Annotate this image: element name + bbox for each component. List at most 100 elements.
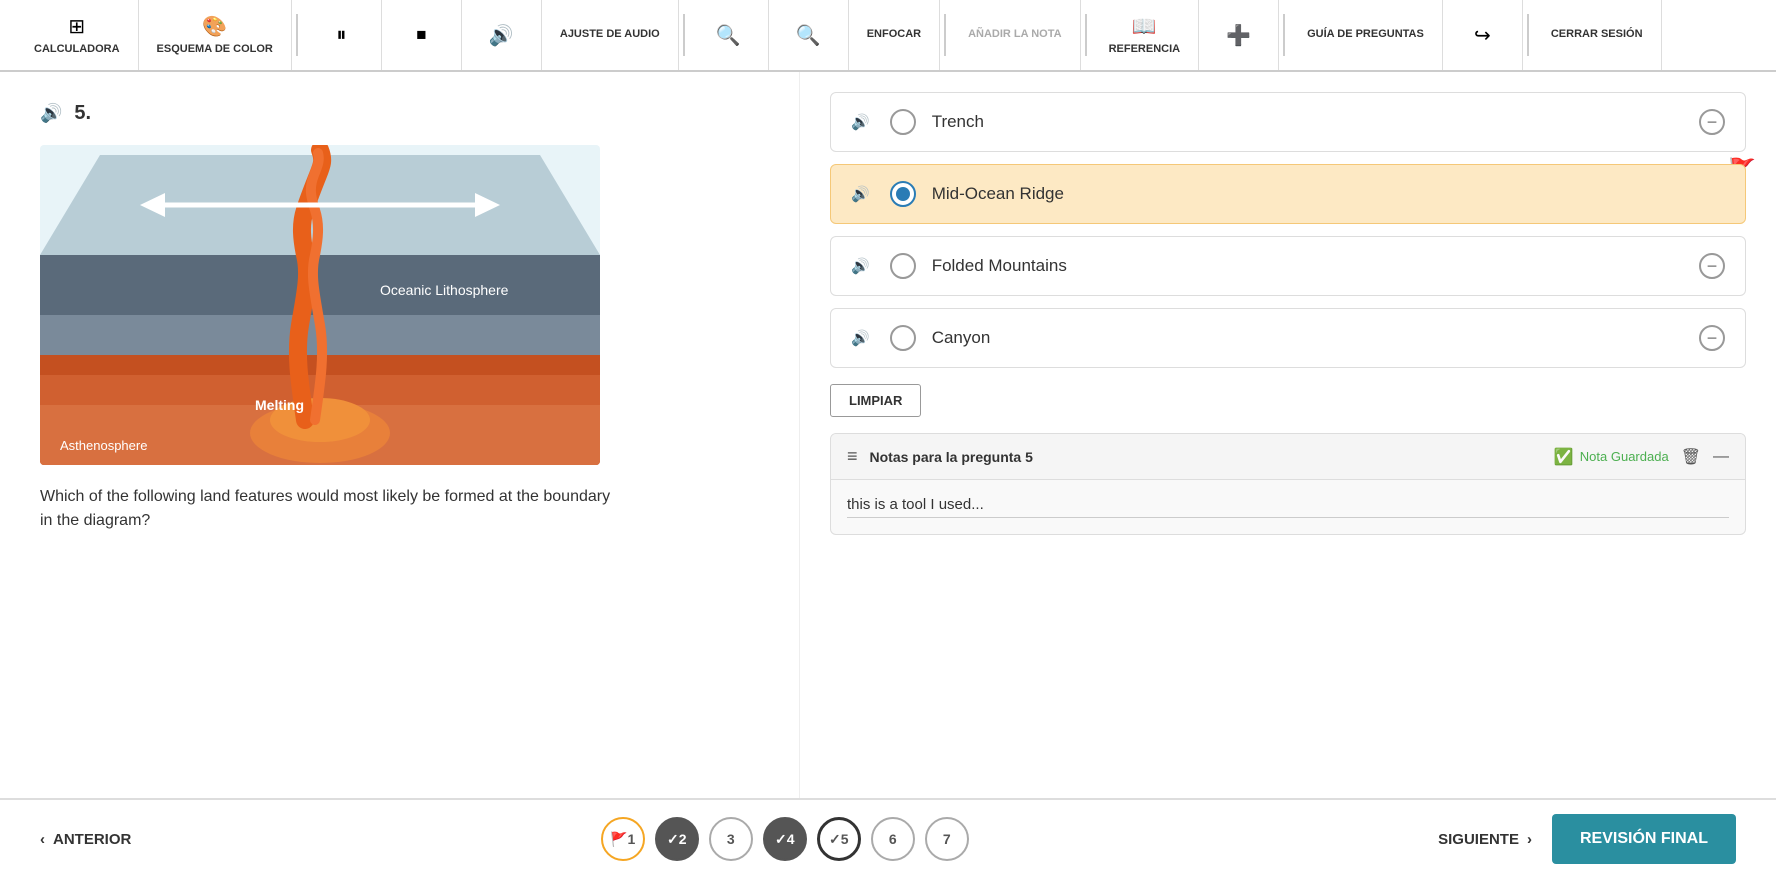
right-arrow-icon: ›	[1527, 831, 1532, 848]
añadir-label: AÑADIR LA NOTA	[968, 28, 1062, 41]
answer-option-a[interactable]: 🔊 Trench −	[830, 92, 1746, 152]
audio-a-icon[interactable]: 🔊	[851, 113, 870, 131]
page-dot-7[interactable]: 7	[925, 817, 969, 861]
main-content: 🔊 5.	[0, 72, 1776, 798]
delete-note-btn[interactable]: 🗑	[1681, 447, 1701, 467]
zoom-in-icon: 🔍	[796, 23, 821, 48]
audio-icon: 🔊	[489, 23, 514, 48]
notes-saved-indicator: ✅ Nota Guardada	[1554, 447, 1669, 467]
enfocar-label: ENFOCAR	[867, 28, 921, 41]
page-num-4: 4	[787, 831, 795, 847]
radio-a[interactable]	[890, 109, 916, 135]
minimize-note-btn[interactable]: —	[1713, 447, 1729, 467]
page-num-1: 1	[628, 831, 636, 847]
audio-b-icon[interactable]: 🔊	[851, 185, 870, 203]
question-number: 5.	[74, 102, 91, 125]
stop-btn[interactable]: ⏹	[382, 0, 462, 70]
page-num-5: 5	[841, 831, 849, 847]
answer-option-c[interactable]: 🔊 Folded Mountains −	[830, 236, 1746, 296]
page-num-7: 7	[943, 831, 951, 847]
audio-d-icon[interactable]: 🔊	[851, 329, 870, 347]
svg-text:Melting: Melting	[255, 397, 304, 413]
referencia-label: REFERENCIA	[1109, 43, 1181, 56]
zoom-out-btn[interactable]: 🔍	[689, 0, 769, 70]
referencia-btn[interactable]: 📖 REFERENCIA	[1091, 0, 1200, 70]
answer-text-d: Canyon	[932, 328, 1683, 348]
notes-title: Notas para la pregunta 5	[870, 449, 1542, 465]
divider-6	[1527, 14, 1529, 56]
divider-4	[1085, 14, 1087, 56]
question-text: Which of the following land features wou…	[40, 485, 620, 533]
add-icon: ➕	[1226, 23, 1251, 48]
esquema-color-btn[interactable]: 🎨 ESQUEMA DE COLOR	[139, 0, 292, 70]
diagram-container: Oceanic Lithosphere Melting Asthenospher…	[40, 145, 600, 465]
notes-body	[831, 480, 1745, 534]
svg-text:Oceanic Lithosphere: Oceanic Lithosphere	[380, 282, 509, 298]
notes-panel: ≡ Notas para la pregunta 5 ✅ Nota Guarda…	[830, 433, 1746, 535]
radio-d[interactable]	[890, 325, 916, 351]
answer-option-b[interactable]: 🔊 Mid-Ocean Ridge	[830, 164, 1746, 224]
left-arrow-icon: ‹	[40, 831, 45, 848]
ajuste-label: AJUSTE DE AUDIO	[560, 28, 660, 41]
book-icon: 📖	[1132, 14, 1157, 39]
esquema-label: ESQUEMA DE COLOR	[157, 43, 273, 56]
anterior-btn[interactable]: ‹ ANTERIOR	[40, 831, 131, 848]
page-dot-2[interactable]: ✓ 2	[655, 817, 699, 861]
calculadora-label: CALCULADORA	[34, 43, 120, 56]
minus-a[interactable]: −	[1699, 109, 1725, 135]
cerrar-label: CERRAR SESIÓN	[1551, 28, 1643, 41]
question-audio-icon[interactable]: 🔊	[40, 103, 62, 124]
answer-text-c: Folded Mountains	[932, 256, 1683, 276]
page-dot-1[interactable]: 🚩 1	[601, 817, 645, 861]
add-ref-btn[interactable]: ➕	[1199, 0, 1279, 70]
bottom-nav: ‹ ANTERIOR 🚩 1 ✓ 2 3 ✓ 4 ✓ 5 6	[0, 798, 1776, 878]
svg-text:Asthenosphere: Asthenosphere	[60, 438, 147, 453]
answer-text-a: Trench	[932, 112, 1683, 132]
zoom-out-icon: 🔍	[716, 23, 741, 48]
radio-b[interactable]	[890, 181, 916, 207]
check-indicator-4: ✓	[775, 831, 787, 848]
divider-5	[1283, 14, 1285, 56]
notes-header: ≡ Notas para la pregunta 5 ✅ Nota Guarda…	[831, 434, 1745, 480]
pause-icon: ⏸	[336, 24, 346, 47]
siguiente-btn[interactable]: SIGUIENTE ›	[1438, 831, 1532, 848]
page-dot-6[interactable]: 6	[871, 817, 915, 861]
flag-indicator: 🚩	[610, 831, 627, 848]
siguiente-label: SIGUIENTE	[1438, 831, 1519, 848]
check-circle-icon: ✅	[1554, 447, 1574, 467]
audio-c-icon[interactable]: 🔊	[851, 257, 870, 275]
page-dot-5[interactable]: ✓ 5	[817, 817, 861, 861]
page-dot-4[interactable]: ✓ 4	[763, 817, 807, 861]
exit-btn[interactable]: ↪	[1443, 0, 1523, 70]
pause-btn[interactable]: ⏸	[302, 0, 382, 70]
diagram-svg: Oceanic Lithosphere Melting Asthenospher…	[40, 145, 600, 465]
añadir-nota-btn[interactable]: AÑADIR LA NOTA	[950, 0, 1081, 70]
clear-button[interactable]: LIMPIAR	[830, 384, 921, 417]
minus-d[interactable]: −	[1699, 325, 1725, 351]
ajuste-audio-btn[interactable]: AJUSTE DE AUDIO	[542, 0, 679, 70]
page-num-6: 6	[889, 831, 897, 847]
guia-label: GUÍA DE PREGUNTAS	[1307, 28, 1424, 41]
color-wheel-icon: 🎨	[202, 14, 227, 39]
answer-option-d[interactable]: 🔊 Canyon −	[830, 308, 1746, 368]
question-header: 🔊 5.	[40, 102, 759, 125]
zoom-in-btn[interactable]: 🔍	[769, 0, 849, 70]
guia-btn[interactable]: GUÍA DE PREGUNTAS	[1289, 0, 1443, 70]
anterior-label: ANTERIOR	[53, 831, 131, 848]
audio-btn[interactable]: 🔊	[462, 0, 542, 70]
calculadora-btn[interactable]: ⊞ CALCULADORA	[16, 0, 139, 70]
enfocar-btn[interactable]: ENFOCAR	[849, 0, 940, 70]
cerrar-sesion-btn[interactable]: CERRAR SESIÓN	[1533, 0, 1662, 70]
divider-1	[296, 14, 298, 56]
check-indicator-5: ✓	[829, 831, 841, 848]
answer-text-b: Mid-Ocean Ridge	[932, 184, 1725, 204]
divider-2	[683, 14, 685, 56]
page-num-2: 2	[679, 831, 687, 847]
notes-icon: ≡	[847, 446, 858, 467]
notes-input[interactable]	[847, 496, 1729, 518]
final-review-btn[interactable]: REVISIÓN FINAL	[1552, 814, 1736, 864]
page-dot-3[interactable]: 3	[709, 817, 753, 861]
exit-icon: ↪	[1474, 23, 1491, 48]
minus-c[interactable]: −	[1699, 253, 1725, 279]
radio-c[interactable]	[890, 253, 916, 279]
